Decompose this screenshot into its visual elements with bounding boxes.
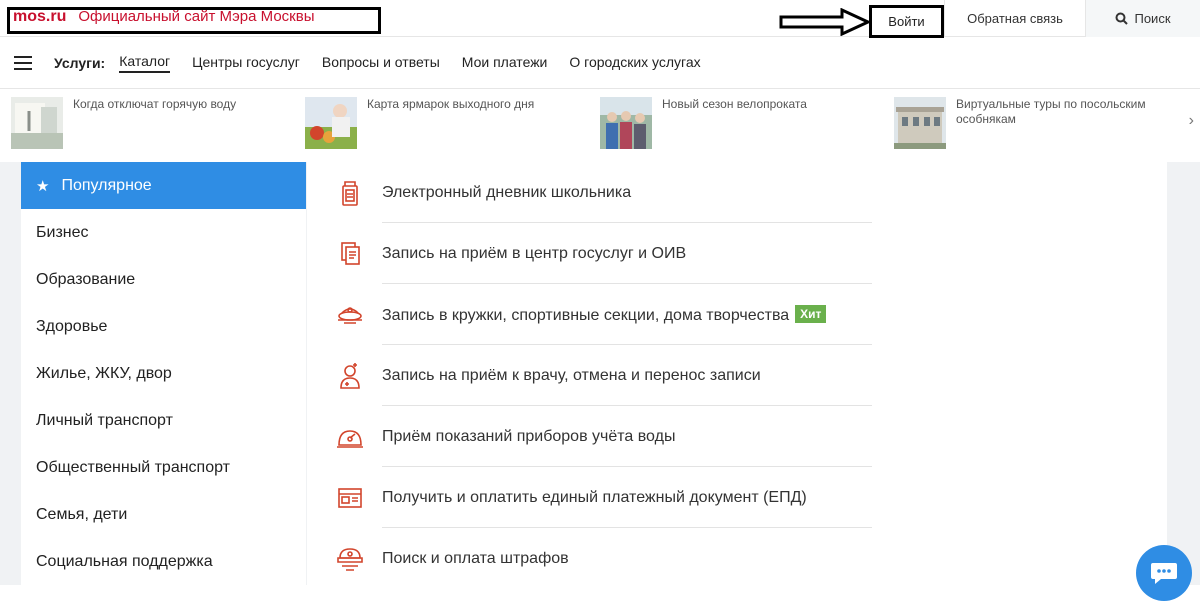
doctor-icon — [335, 361, 365, 391]
sidebar-item-label: Бизнес — [36, 223, 89, 241]
services-list: Электронный дневник школьника Запись на … — [307, 162, 1167, 585]
chat-bubble-icon — [1151, 563, 1177, 584]
login-label: Войти — [888, 14, 925, 29]
diary-icon — [335, 178, 365, 208]
search-label: Поиск — [1134, 11, 1171, 26]
news-item[interactable]: Новый сезон велопроката — [600, 97, 872, 149]
services-nav: Услуги: Каталог Центры госуслуг Вопросы … — [0, 37, 1200, 89]
service-item[interactable]: Запись в кружки, спортивные секции, дома… — [335, 284, 872, 345]
document-icon — [335, 239, 365, 269]
service-label: Запись на приём к врачу, отмена и перено… — [382, 366, 761, 384]
service-item[interactable]: Электронный дневник школьника — [335, 162, 872, 223]
news-thumbnail — [894, 97, 946, 149]
sidebar-item-label: Популярное — [61, 176, 152, 194]
sidebar-item-personal-transport[interactable]: Личный транспорт — [21, 397, 306, 444]
news-title: Виртуальные туры по посольским особнякам — [956, 97, 1146, 126]
sidebar-item-business[interactable]: Бизнес — [21, 209, 306, 256]
sidebar-item-public-transport[interactable]: Общественный транспорт — [21, 444, 306, 491]
search-button[interactable]: Поиск — [1086, 0, 1200, 37]
site-subtitle: Официальный сайт Мэра Москвы — [78, 8, 315, 25]
service-item[interactable]: Запись на приём в центр госуслуг и ОИВ — [335, 223, 872, 284]
menu-icon[interactable] — [14, 55, 32, 70]
sidebar-item-housing[interactable]: Жилье, ЖКУ, двор — [21, 350, 306, 397]
service-label: Электронный дневник школьника — [382, 183, 632, 201]
news-item[interactable]: Когда отключат горячую воду — [11, 97, 283, 149]
news-item[interactable]: Виртуальные туры по посольским особнякам — [894, 97, 1166, 149]
sidebar-item-label: Здоровье — [36, 317, 108, 335]
top-bar: mos.ru Официальный сайт Мэра Москвы Войт… — [0, 0, 1200, 38]
payment-document-icon — [335, 483, 365, 513]
service-item[interactable]: Запись на приём к врачу, отмена и перено… — [335, 345, 872, 406]
news-title: Карта ярмарок выходного дня — [367, 97, 535, 111]
news-thumbnail — [305, 97, 357, 149]
sidebar-item-label: Жилье, ЖКУ, двор — [36, 364, 172, 382]
water-meter-icon — [335, 422, 365, 452]
police-cap-icon — [335, 544, 365, 574]
service-item[interactable]: Получить и оплатить единый платежный док… — [335, 467, 872, 528]
feedback-link[interactable]: Обратная связь — [944, 0, 1086, 37]
hit-badge: Хит — [795, 304, 827, 323]
chevron-right-icon[interactable]: › — [1189, 112, 1194, 130]
news-thumbnail — [600, 97, 652, 149]
feedback-label: Обратная связь — [967, 11, 1063, 26]
sidebar-item-social-support[interactable]: Социальная поддержка — [21, 538, 306, 585]
nav-item-my-payments[interactable]: Мои платежи — [462, 54, 548, 72]
sidebar-item-education[interactable]: Образование — [21, 256, 306, 303]
news-thumbnail — [11, 97, 63, 149]
sidebar-item-health[interactable]: Здоровье — [21, 303, 306, 350]
nav-label: Услуги: — [54, 54, 106, 71]
service-label: Получить и оплатить единый платежный док… — [382, 488, 807, 506]
news-strip: Когда отключат горячую воду Карта ярмаро… — [0, 90, 1200, 162]
sidebar-item-label: Общественный транспорт — [36, 458, 230, 476]
sidebar-item-popular[interactable]: ★ Популярное — [21, 162, 306, 209]
nav-item-about-services[interactable]: О городских услугах — [569, 54, 700, 72]
star-icon: ★ — [36, 177, 50, 195]
club-icon — [335, 300, 365, 330]
logo-area[interactable]: mos.ru Официальный сайт Мэра Москвы — [7, 7, 381, 34]
service-item[interactable]: Приём показаний приборов учёта воды — [335, 406, 872, 467]
sidebar-item-label: Образование — [36, 270, 136, 288]
sidebar-item-label: Семья, дети — [36, 505, 128, 523]
chat-button[interactable] — [1136, 545, 1192, 601]
logo[interactable]: mos.ru — [13, 8, 66, 26]
service-label: Запись в кружки, спортивные секции, дома… — [382, 304, 827, 325]
sidebar-item-family[interactable]: Семья, дети — [21, 491, 306, 538]
service-item[interactable]: Поиск и оплата штрафов — [335, 528, 872, 589]
nav-item-catalog[interactable]: Каталог — [119, 53, 171, 73]
service-label: Запись на приём в центр госуслуг и ОИВ — [382, 244, 687, 262]
sidebar-item-label: Личный транспорт — [36, 411, 173, 429]
service-label: Приём показаний приборов учёта воды — [382, 427, 676, 445]
nav-item-service-centers[interactable]: Центры госуслуг — [192, 54, 300, 72]
service-label: Поиск и оплата штрафов — [382, 549, 569, 567]
nav-item-faq[interactable]: Вопросы и ответы — [322, 54, 440, 72]
search-icon — [1115, 12, 1129, 25]
news-title: Когда отключат горячую воду — [73, 97, 237, 111]
arrow-annotation-icon — [779, 8, 872, 36]
news-title: Новый сезон велопроката — [662, 97, 807, 111]
login-button[interactable]: Войти — [869, 5, 944, 38]
sidebar-item-label: Социальная поддержка — [36, 552, 213, 570]
news-item[interactable]: Карта ярмарок выходного дня — [305, 97, 577, 149]
category-sidebar: ★ Популярное Бизнес Образование Здоровье… — [21, 162, 306, 585]
